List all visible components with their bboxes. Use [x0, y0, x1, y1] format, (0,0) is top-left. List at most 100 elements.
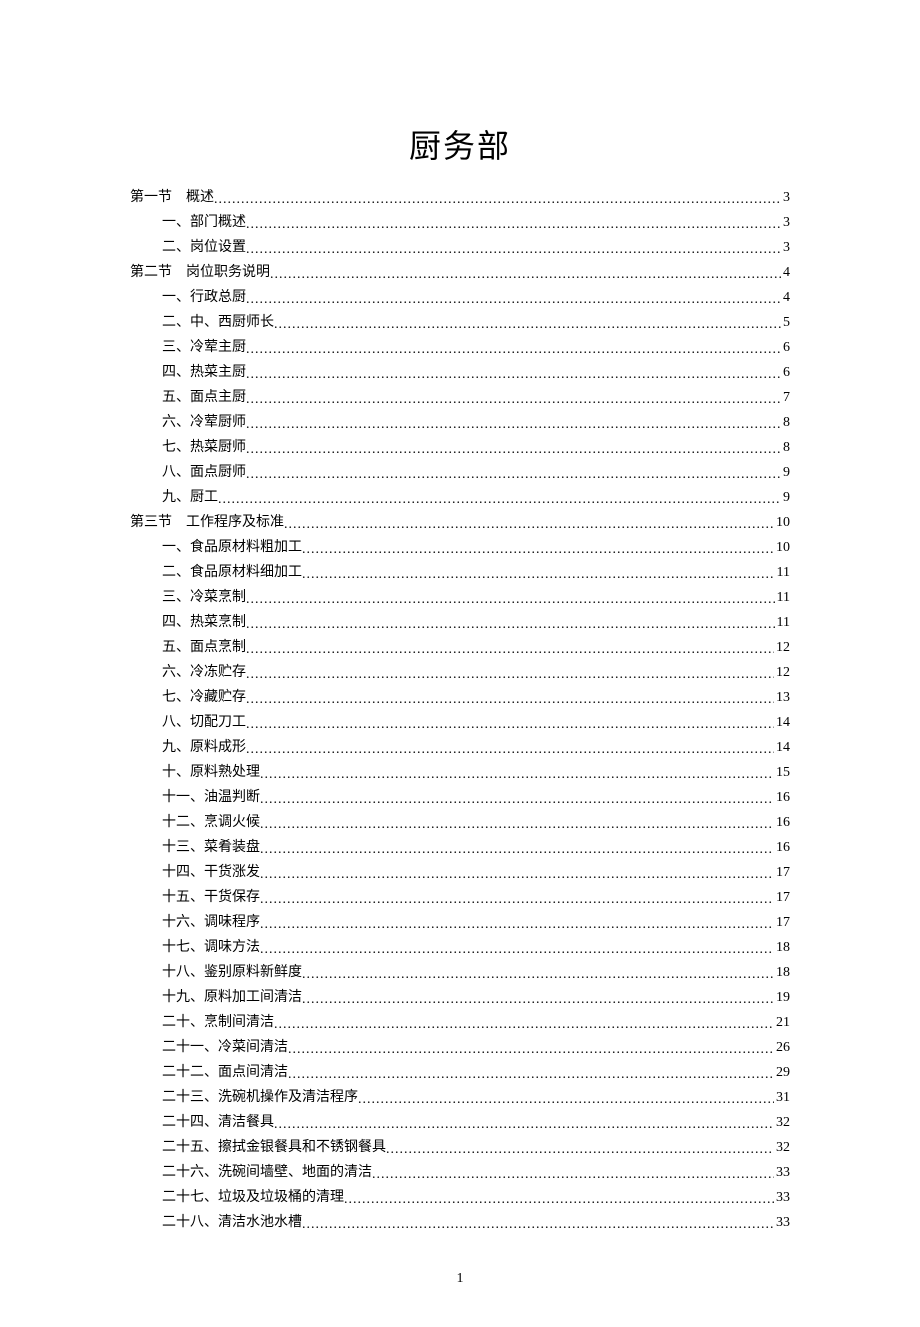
toc-entry-label: 三、冷荤主厨 — [162, 341, 246, 355]
toc-entry-page: 32 — [774, 1141, 790, 1155]
toc-entry-page: 3 — [781, 191, 790, 205]
toc-leader-dots — [246, 743, 774, 757]
toc-leader-dots — [274, 1118, 774, 1132]
toc-entry[interactable]: 二、中、西厨师长5 — [130, 310, 790, 335]
toc-entry[interactable]: 二、岗位设置3 — [130, 235, 790, 260]
toc-leader-dots — [284, 518, 774, 532]
toc-entry-page: 10 — [774, 516, 790, 530]
toc-entry-label: 二十七、垃圾及垃圾桶的清理 — [162, 1191, 344, 1205]
toc-entry-label: 二十八、清洁水池水槽 — [162, 1216, 302, 1230]
toc-entry-label: 十三、菜肴装盘 — [162, 841, 260, 855]
toc-entry[interactable]: 六、冷荤厨师8 — [130, 410, 790, 435]
toc-entry[interactable]: 二十一、冷菜间清洁26 — [130, 1035, 790, 1060]
toc-entry[interactable]: 七、冷藏贮存13 — [130, 685, 790, 710]
toc-entry[interactable]: 七、热菜厨师8 — [130, 435, 790, 460]
toc-entry[interactable]: 二、食品原材料细加工11 — [130, 560, 790, 585]
toc-entry[interactable]: 二十三、洗碗机操作及清洁程序31 — [130, 1085, 790, 1110]
toc-entry-label: 二十、烹制间清洁 — [162, 1016, 274, 1030]
toc-leader-dots — [302, 1218, 774, 1232]
toc-leader-dots — [246, 393, 781, 407]
toc-entry[interactable]: 九、厨工 9 — [130, 485, 790, 510]
toc-leader-dots — [246, 718, 774, 732]
toc-entry-label: 十四、干货涨发 — [162, 866, 260, 880]
toc-entry-label: 八、切配刀工 — [162, 716, 246, 730]
toc-entry-page: 16 — [774, 791, 790, 805]
toc-entry-label: 二十一、冷菜间清洁 — [162, 1041, 288, 1055]
toc-entry-page: 4 — [781, 266, 790, 280]
toc-leader-dots — [246, 618, 775, 632]
toc-entry-label: 七、热菜厨师 — [162, 441, 246, 455]
toc-entry-label: 二十二、面点间清洁 — [162, 1066, 288, 1080]
toc-entry-page: 17 — [774, 891, 790, 905]
toc-entry[interactable]: 十三、菜肴装盘 16 — [130, 835, 790, 860]
toc-entry[interactable]: 十六、调味程序17 — [130, 910, 790, 935]
toc-leader-dots — [260, 843, 774, 857]
toc-entry[interactable]: 四、热菜主厨6 — [130, 360, 790, 385]
toc-entry-page: 33 — [774, 1216, 790, 1230]
document-page: 厨务部 第一节 概述3一、部门概述3二、岗位设置3第二节 岗位职务说明4一、行政… — [0, 0, 920, 1327]
toc-entry[interactable]: 二十六、洗碗间墙壁、地面的清洁33 — [130, 1160, 790, 1185]
toc-entry-label: 六、冷冻贮存 — [162, 666, 246, 680]
toc-leader-dots — [246, 468, 781, 482]
toc-leader-dots — [246, 593, 775, 607]
toc-entry[interactable]: 二十、烹制间清洁21 — [130, 1010, 790, 1035]
toc-entry-page: 14 — [774, 716, 790, 730]
toc-entry[interactable]: 二十四、清洁餐具32 — [130, 1110, 790, 1135]
toc-leader-dots — [246, 443, 781, 457]
toc-entry[interactable]: 一、行政总厨4 — [130, 285, 790, 310]
toc-leader-dots — [246, 218, 781, 232]
toc-entry[interactable]: 第二节 岗位职务说明4 — [130, 260, 790, 285]
toc-entry-label: 十八、鉴别原料新鲜度 — [162, 966, 302, 980]
toc-entry-label: 第一节 概述 — [130, 191, 214, 205]
toc-entry[interactable]: 一、食品原材料粗加工10 — [130, 535, 790, 560]
toc-entry-page: 3 — [781, 216, 790, 230]
toc-entry[interactable]: 二十五、擦拭金银餐具和不锈钢餐具 32 — [130, 1135, 790, 1160]
toc-entry[interactable]: 十一、油温判断16 — [130, 785, 790, 810]
toc-leader-dots — [246, 243, 781, 257]
toc-entry-page: 12 — [774, 666, 790, 680]
toc-leader-dots — [302, 968, 774, 982]
toc-entry[interactable]: 二十二、面点间清洁 29 — [130, 1060, 790, 1085]
page-number: 1 — [130, 1271, 790, 1287]
toc-entry-label: 二十五、擦拭金银餐具和不锈钢餐具 — [162, 1141, 386, 1155]
toc-entry[interactable]: 第三节 工作程序及标准10 — [130, 510, 790, 535]
toc-entry-page: 16 — [774, 841, 790, 855]
toc-entry[interactable]: 二十七、垃圾及垃圾桶的清理33 — [130, 1185, 790, 1210]
toc-entry[interactable]: 六、冷冻贮存 12 — [130, 660, 790, 685]
toc-entry-label: 二、食品原材料细加工 — [162, 566, 302, 580]
toc-entry[interactable]: 第一节 概述 3 — [130, 185, 790, 210]
toc-entry[interactable]: 十八、鉴别原料新鲜度18 — [130, 960, 790, 985]
toc-entry-label: 四、热菜烹制 — [162, 616, 246, 630]
toc-leader-dots — [270, 268, 781, 282]
toc-entry-page: 13 — [774, 691, 790, 705]
toc-entry[interactable]: 四、热菜烹制 11 — [130, 610, 790, 635]
toc-entry[interactable]: 十五、干货保存17 — [130, 885, 790, 910]
toc-leader-dots — [260, 943, 774, 957]
toc-entry[interactable]: 十二、烹调火候16 — [130, 810, 790, 835]
toc-entry[interactable]: 十四、干货涨发17 — [130, 860, 790, 885]
toc-leader-dots — [274, 1018, 774, 1032]
toc-entry[interactable]: 八、面点厨师9 — [130, 460, 790, 485]
toc-entry-label: 九、厨工 — [162, 491, 218, 505]
toc-entry[interactable]: 九、原料成形14 — [130, 735, 790, 760]
toc-entry[interactable]: 十九、原料加工间清洁19 — [130, 985, 790, 1010]
toc-entry[interactable]: 八、切配刀工 14 — [130, 710, 790, 735]
toc-leader-dots — [260, 818, 774, 832]
toc-entry-page: 29 — [774, 1066, 790, 1080]
toc-entry-label: 十、原料熟处理 — [162, 766, 260, 780]
toc-entry-page: 31 — [774, 1091, 790, 1105]
toc-entry[interactable]: 五、面点烹制12 — [130, 635, 790, 660]
toc-entry-page: 9 — [781, 491, 790, 505]
toc-entry-label: 二、岗位设置 — [162, 241, 246, 255]
toc-entry[interactable]: 十七、调味方法18 — [130, 935, 790, 960]
toc-entry[interactable]: 三、冷菜烹制11 — [130, 585, 790, 610]
toc-entry[interactable]: 十、原料熟处理15 — [130, 760, 790, 785]
toc-entry[interactable]: 五、面点主厨7 — [130, 385, 790, 410]
toc-entry[interactable]: 一、部门概述3 — [130, 210, 790, 235]
toc-entry-page: 11 — [775, 616, 790, 630]
toc-entry-page: 7 — [781, 391, 790, 405]
toc-entry[interactable]: 二十八、清洁水池水槽 33 — [130, 1210, 790, 1235]
toc-entry-page: 5 — [781, 316, 790, 330]
toc-entry[interactable]: 三、冷荤主厨6 — [130, 335, 790, 360]
toc-entry-label: 十二、烹调火候 — [162, 816, 260, 830]
